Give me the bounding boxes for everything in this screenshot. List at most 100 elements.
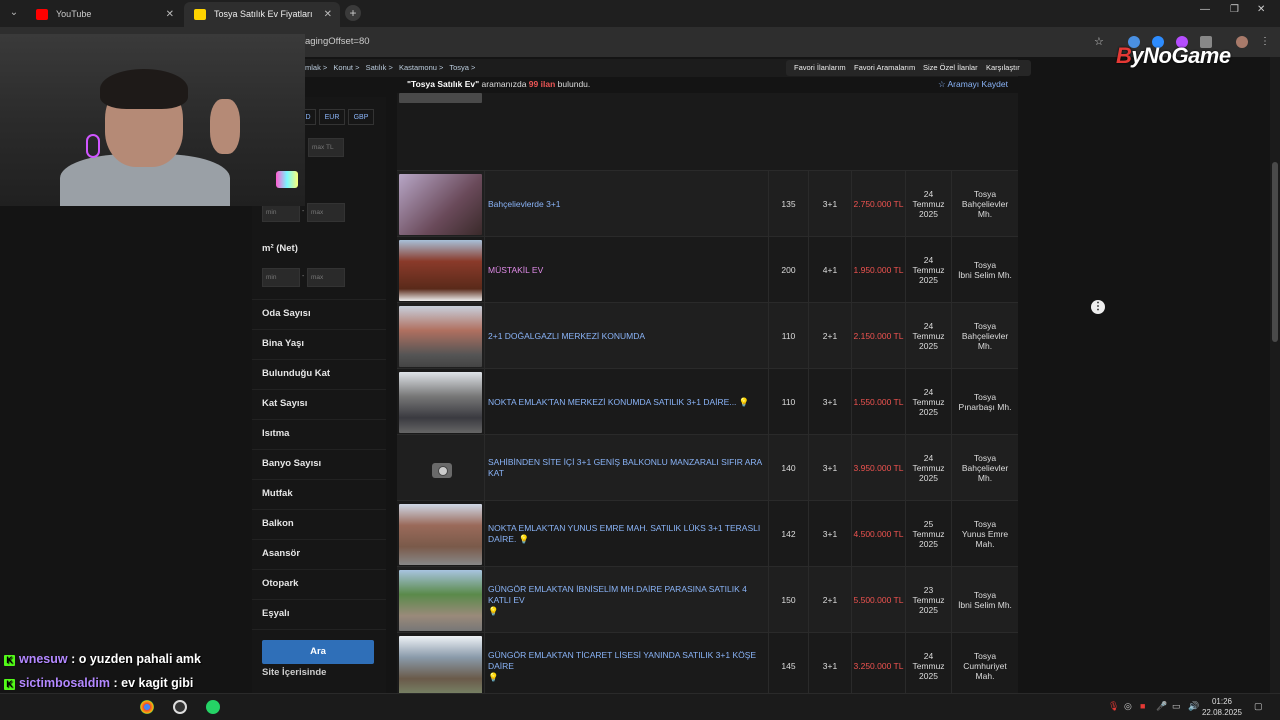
filter-elevator[interactable]: Asansör bbox=[262, 548, 300, 559]
save-search-link[interactable]: ☆ Aramayı Kaydet bbox=[938, 79, 1008, 90]
page-scrollbar[interactable] bbox=[1270, 57, 1280, 693]
close-tab-icon[interactable]: ✕ bbox=[324, 2, 332, 27]
filter-floor[interactable]: Bulunduğu Kat bbox=[262, 368, 330, 379]
table-row[interactable]: GÜNGÖR EMLAKTAN İBNİSELİM MH.DAİRE PARAS… bbox=[397, 566, 1018, 633]
breadcrumb-item[interactable]: Tosya > bbox=[449, 63, 475, 72]
listing-price: 4.500.000 TL bbox=[851, 501, 905, 567]
m2-net-max-input[interactable]: max bbox=[307, 268, 345, 287]
breadcrumb-item[interactable]: Kastamonu > bbox=[399, 63, 443, 72]
listing-title-text[interactable]: NOKTA EMLAK'TAN MERKEZİ KONUMDA SATILIK … bbox=[488, 397, 736, 407]
favorite-searches-link[interactable]: Favori Aramalarım bbox=[854, 63, 915, 72]
breadcrumb-item[interactable]: mlak > bbox=[305, 63, 327, 72]
listing-title-text[interactable]: Bahçelievlerde 3+1 bbox=[488, 199, 561, 210]
table-row[interactable]: Bahçelievlerde 3+1 135 3+1 2.750.000 TL … bbox=[397, 170, 1018, 237]
taskbar-clock[interactable]: 01:26 22.08.2025 bbox=[1200, 696, 1244, 718]
volume-icon[interactable]: 🔊 bbox=[1188, 701, 1199, 712]
filter-balcony[interactable]: Balkon bbox=[262, 518, 294, 529]
network-icon[interactable]: ▭ bbox=[1172, 701, 1181, 712]
table-row[interactable]: GÜNGÖR EMLAKTAN TİCARET LİSESİ YANINDA S… bbox=[397, 632, 1018, 699]
filter-room-count[interactable]: Oda Sayısı bbox=[262, 308, 311, 319]
table-row[interactable]: 2+1 DOĞALGAZLI MERKEZİ KONUMDA 110 2+1 2… bbox=[397, 302, 1018, 369]
compare-link[interactable]: Karşılaştır bbox=[986, 63, 1020, 72]
listing-location: Tosya Cumhuriyet Mah. bbox=[951, 633, 1018, 699]
listing-title-text[interactable]: 2+1 DOĞALGAZLI MERKEZİ KONUMDA bbox=[488, 331, 645, 342]
date-year: 2025 bbox=[919, 209, 938, 219]
listing-thumbnail[interactable] bbox=[399, 306, 482, 367]
listing-thumbnail[interactable] bbox=[399, 240, 482, 301]
m2-gross-max-input[interactable]: max bbox=[307, 203, 345, 222]
tab-youtube[interactable]: YouTube ✕ bbox=[26, 2, 182, 27]
breadcrumb-item[interactable]: Satılık > bbox=[366, 63, 393, 72]
microphone-icon[interactable]: 🎤 bbox=[1156, 701, 1167, 712]
listing-title-text[interactable]: SAHİBİNDEN SİTE İÇİ 3+1 GENİŞ BALKONLU M… bbox=[488, 457, 765, 479]
filter-floor-count[interactable]: Kat Sayısı bbox=[262, 398, 307, 409]
currency-eur-button[interactable]: EUR bbox=[319, 109, 345, 125]
chrome-icon[interactable] bbox=[140, 700, 154, 714]
currency-gbp-button[interactable]: GBP bbox=[348, 109, 374, 125]
minimize-icon[interactable]: — bbox=[1200, 4, 1210, 15]
bookmark-star-icon[interactable]: ☆ bbox=[1094, 35, 1104, 48]
table-row[interactable]: MÜSTAKİL EV 200 4+1 1.950.000 TL 24 Temmu… bbox=[397, 236, 1018, 303]
obs-icon[interactable] bbox=[173, 700, 187, 714]
tray-icon[interactable]: ◎ bbox=[1124, 701, 1132, 712]
more-options-icon[interactable]: ⋮ bbox=[1091, 300, 1105, 314]
breadcrumb-item[interactable]: Konut > bbox=[333, 63, 359, 72]
m2-net-min-input[interactable]: min bbox=[262, 268, 300, 287]
table-row bbox=[397, 93, 1018, 170]
listing-date: 24 Temmuz 2025 bbox=[905, 633, 951, 699]
listing-title[interactable]: NOKTA EMLAK'TAN MERKEZİ KONUMDA SATILIK … bbox=[484, 369, 768, 435]
listing-thumbnail[interactable] bbox=[399, 93, 482, 103]
filter-bathroom-count[interactable]: Banyo Sayısı bbox=[262, 458, 321, 469]
listing-thumbnail[interactable] bbox=[399, 174, 482, 235]
listing-title[interactable]: NOKTA EMLAK'TAN YUNUS EMRE MAH. SATILIK … bbox=[484, 501, 768, 567]
save-search-label: Aramayı Kaydet bbox=[947, 79, 1008, 89]
url-field[interactable]: agingOffset=80 bbox=[305, 36, 370, 47]
listing-thumbnail[interactable] bbox=[399, 504, 482, 565]
filter-heating[interactable]: Isıtma bbox=[262, 428, 289, 439]
tab-bar: ⌄ YouTube ✕ Tosya Satılık Ev Fiyatları s… bbox=[0, 0, 1280, 44]
favorite-listings-link[interactable]: Favori İlanlarım bbox=[794, 63, 846, 72]
tab-search-chevron-icon[interactable]: ⌄ bbox=[6, 5, 22, 21]
listing-thumbnail[interactable] bbox=[399, 570, 482, 631]
notification-icon[interactable]: ▢ bbox=[1254, 701, 1263, 712]
filter-building-age[interactable]: Bina Yaşı bbox=[262, 338, 304, 349]
listing-price: 1.950.000 TL bbox=[851, 237, 905, 303]
filter-in-site[interactable]: Site İçerisinde bbox=[262, 667, 326, 678]
filter-kitchen[interactable]: Mutfak bbox=[262, 488, 293, 499]
scrollbar-thumb[interactable] bbox=[1272, 162, 1278, 342]
listing-title[interactable]: GÜNGÖR EMLAKTAN İBNİSELİM MH.DAİRE PARAS… bbox=[484, 567, 768, 633]
new-tab-plus-icon[interactable]: + bbox=[345, 5, 361, 21]
listing-title-text[interactable]: GÜNGÖR EMLAKTAN TİCARET LİSESİ YANINDA S… bbox=[488, 650, 756, 671]
whatsapp-icon[interactable] bbox=[206, 700, 220, 714]
listing-title[interactable]: MÜSTAKİL EV bbox=[484, 237, 768, 303]
listing-title[interactable]: Bahçelievlerde 3+1 bbox=[484, 171, 768, 237]
listing-title-text[interactable]: MÜSTAKİL EV bbox=[488, 265, 543, 276]
table-row[interactable]: NOKTA EMLAK'TAN YUNUS EMRE MAH. SATILIK … bbox=[397, 500, 1018, 567]
filter-parking[interactable]: Otopark bbox=[262, 578, 298, 589]
more-menu-icon[interactable]: ⋮ bbox=[1260, 36, 1272, 48]
listing-thumbnail[interactable] bbox=[399, 372, 482, 433]
listing-title[interactable]: 2+1 DOĞALGAZLI MERKEZİ KONUMDA bbox=[484, 303, 768, 369]
close-window-icon[interactable]: ✕ bbox=[1257, 4, 1265, 15]
filter-furnished[interactable]: Eşyalı bbox=[262, 608, 289, 619]
tab-sahibinden[interactable]: Tosya Satılık Ev Fiyatları sahibin ✕ bbox=[184, 2, 340, 44]
listing-thumbnail[interactable] bbox=[399, 438, 482, 499]
table-row[interactable]: NOKTA EMLAK'TAN MERKEZİ KONUMDA SATILIK … bbox=[397, 368, 1018, 435]
price-max-input[interactable]: max TL bbox=[308, 138, 344, 157]
tray-app-icon[interactable]: ■ bbox=[1140, 701, 1145, 711]
listing-table: Bahçelievlerde 3+1 135 3+1 2.750.000 TL … bbox=[397, 93, 1018, 699]
loc-district: Yunus Emre bbox=[961, 529, 1009, 539]
mic-muted-icon[interactable]: 🎙 bbox=[1108, 701, 1119, 712]
special-listings-link[interactable]: Size Özel İlanlar bbox=[923, 63, 978, 72]
close-tab-icon[interactable]: ✕ bbox=[166, 2, 174, 27]
listing-thumbnail[interactable] bbox=[399, 636, 482, 697]
listing-title-text[interactable]: GÜNGÖR EMLAKTAN İBNİSELİM MH.DAİRE PARAS… bbox=[488, 584, 747, 605]
restore-icon[interactable]: ❐ bbox=[1230, 4, 1239, 15]
date-year: 2025 bbox=[919, 275, 938, 285]
search-button[interactable]: Ara bbox=[262, 640, 374, 664]
listing-title[interactable]: GÜNGÖR EMLAKTAN TİCARET LİSESİ YANINDA S… bbox=[484, 633, 768, 699]
listing-title[interactable]: SAHİBİNDEN SİTE İÇİ 3+1 GENİŞ BALKONLU M… bbox=[484, 435, 768, 501]
table-row[interactable]: SAHİBİNDEN SİTE İÇİ 3+1 GENİŞ BALKONLU M… bbox=[397, 434, 1018, 501]
m2-net-label: m² (Net) bbox=[262, 243, 298, 254]
profile-avatar-icon[interactable] bbox=[1236, 36, 1248, 48]
